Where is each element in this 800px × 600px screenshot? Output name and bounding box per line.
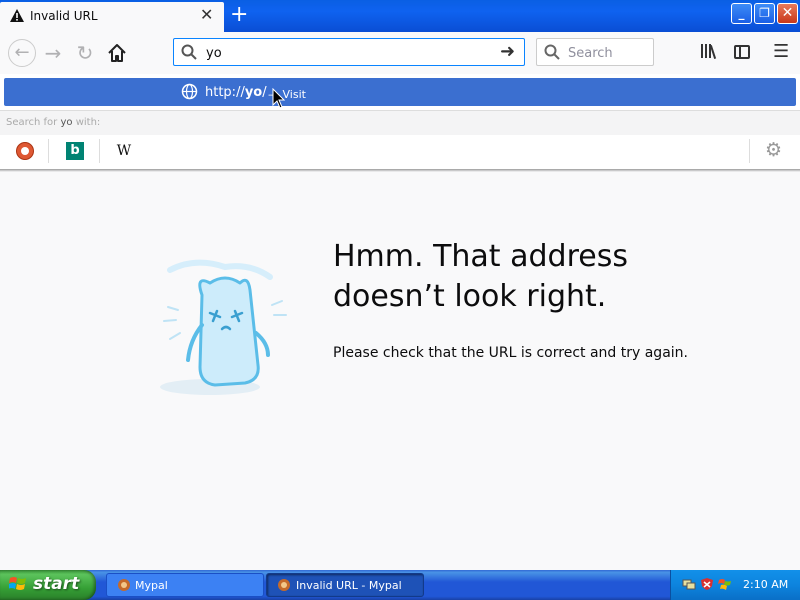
taskbar-item-label: Mypal: [135, 579, 168, 592]
windows-logo-icon: [9, 577, 26, 590]
suggestion-url: http://yo/: [205, 85, 267, 100]
confused-creature-illustration: [160, 259, 287, 395]
error-title: Hmm. That address doesn’t look right.: [333, 237, 753, 317]
url-input[interactable]: yo: [206, 46, 222, 61]
mypal-icon: [118, 579, 130, 591]
search-icon: [544, 44, 560, 60]
divider: [749, 139, 750, 163]
divider: [48, 139, 49, 163]
bing-icon[interactable]: b: [66, 142, 84, 160]
network-icon[interactable]: [682, 577, 696, 591]
maximize-button[interactable]: ❐: [754, 3, 775, 24]
menu-icon[interactable]: ☰: [773, 43, 789, 61]
close-window-button[interactable]: ✕: [777, 3, 798, 24]
wikipedia-icon[interactable]: W: [115, 142, 133, 160]
new-tab-button[interactable]: +: [230, 4, 248, 26]
tab-title: Invalid URL: [30, 9, 98, 23]
update-icon[interactable]: [718, 577, 732, 591]
sidebar-icon[interactable]: [734, 45, 750, 59]
go-arrow-icon[interactable]: ➜: [500, 43, 515, 61]
tab-close-icon[interactable]: ✕: [200, 7, 213, 23]
error-description: Please check that the URL is correct and…: [333, 345, 688, 361]
duckduckgo-icon[interactable]: [16, 142, 34, 160]
forward-button[interactable]: →: [42, 42, 64, 64]
error-title-line2: doesn’t look right.: [333, 279, 607, 314]
home-button[interactable]: [106, 42, 128, 64]
search-for-bar: [0, 110, 800, 136]
search-for-label: Search for yo with:: [6, 117, 101, 128]
clock: 2:10 AM: [743, 578, 789, 591]
globe-icon: [181, 83, 198, 100]
error-title-line1: Hmm. That address: [333, 239, 628, 274]
minimize-button[interactable]: _: [731, 3, 752, 24]
start-label: start: [33, 574, 80, 594]
reload-button[interactable]: ↻: [74, 42, 96, 64]
back-button[interactable]: ←: [8, 39, 36, 67]
warning-icon: [10, 9, 24, 22]
search-icon: [181, 44, 197, 60]
popup-shadow: [0, 169, 800, 172]
divider: [99, 139, 100, 163]
gear-icon[interactable]: ⚙: [765, 141, 782, 160]
mouse-cursor-icon: [272, 88, 286, 109]
security-shield-icon[interactable]: [700, 577, 714, 591]
suggestion-row[interactable]: [4, 78, 796, 106]
mypal-icon: [278, 579, 290, 591]
taskbar-item-label: Invalid URL - Mypal: [296, 579, 402, 592]
search-input[interactable]: Search: [568, 46, 613, 61]
url-bar[interactable]: [173, 38, 525, 66]
library-icon[interactable]: [700, 43, 718, 59]
